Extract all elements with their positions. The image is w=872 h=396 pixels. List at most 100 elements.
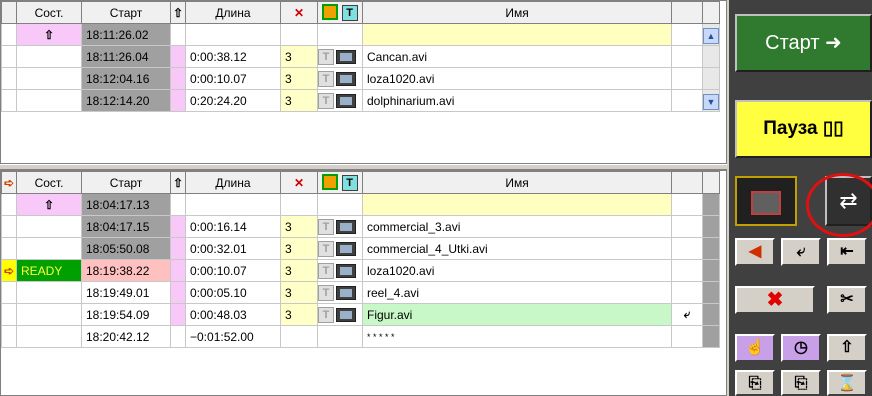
scroll-up-icon[interactable]: ▲ (703, 27, 719, 44)
start-cell: 18:19:49.01 (81, 281, 171, 304)
table-row[interactable]: 18:05:50.08 0:00:32.01 3 T commercial_4_… (1, 237, 720, 260)
flags-cell: T (317, 45, 363, 68)
transition-cell: 3 (280, 45, 318, 68)
name-cell: Figur.avi (362, 303, 672, 326)
table-row[interactable]: ⇧ 18:04:17.13 (1, 193, 720, 216)
scrollbar-track[interactable] (702, 45, 720, 68)
header-start[interactable]: Старт (81, 171, 171, 194)
icon-cell (170, 45, 186, 68)
state-cell (16, 45, 82, 68)
hand-icon: ☝ (745, 339, 765, 356)
state-cell: ⇧ (16, 193, 82, 216)
return-button[interactable]: ⤶ (781, 238, 821, 266)
length-cell: 0:00:05.10 (185, 281, 281, 304)
header-name[interactable]: Имя (362, 1, 672, 24)
name-cell: commercial_4_Utki.avi (362, 237, 672, 260)
table-row[interactable]: ⇧ 18:11:26.02 ▲ (1, 23, 720, 46)
cut-button[interactable]: ✂ (827, 286, 867, 314)
name-cell: dolphinarium.avi (362, 89, 672, 112)
header-state[interactable]: Сост. (16, 1, 82, 24)
title-toggle-icon[interactable]: T (318, 70, 334, 87)
table-row[interactable]: ➪ READY 18:19:38.22 0:00:10.07 3 T loza1… (1, 259, 720, 282)
row-selector (1, 67, 17, 90)
hourglass-button[interactable]: ⌛ (827, 370, 867, 396)
arrow-left-icon: ◀ (748, 243, 762, 260)
scrollbar-track[interactable]: ▼ (702, 89, 720, 112)
table-row[interactable]: 18:04:17.15 0:00:16.14 3 T commercial_3.… (1, 215, 720, 238)
title-toggle-icon[interactable]: T (318, 284, 334, 301)
title-toggle-icon[interactable]: T (318, 240, 334, 257)
flags-cell: T (317, 89, 363, 112)
length-cell: 0:20:24.20 (185, 89, 281, 112)
scrollbar-track[interactable] (702, 193, 720, 216)
jump-start-button[interactable]: ⇤ (827, 238, 867, 266)
scrollbar-track[interactable] (702, 259, 720, 282)
manual-button[interactable]: ☝ (735, 334, 775, 362)
end-cell (671, 193, 703, 216)
icon-cell (170, 325, 186, 348)
transition-cell (280, 325, 318, 348)
name-cell: * * * * * (362, 325, 672, 348)
row-selector (1, 45, 17, 68)
scrollbar-track[interactable]: ▲ (702, 23, 720, 46)
header-transition-icon: ✕ (280, 171, 318, 194)
table-row[interactable]: 18:19:54.09 0:00:48.03 3 T Figur.avi ⤶ (1, 303, 720, 326)
icon-cell (170, 259, 186, 282)
start-cell: 18:20:42.12 (81, 325, 171, 348)
flags-cell (317, 23, 363, 46)
name-cell: loza1020.avi (362, 67, 672, 90)
header-length[interactable]: Длина (185, 1, 281, 24)
preset-two-button[interactable]: ⎘ (781, 370, 821, 396)
header-state[interactable]: Сост. (16, 171, 82, 194)
scrollbar-track[interactable] (702, 237, 720, 260)
table-row[interactable]: 18:11:26.04 0:00:38.12 3 T Cancan.avi (1, 45, 720, 68)
table-row[interactable]: 18:12:04.16 0:00:10.07 3 T loza1020.avi (1, 67, 720, 90)
start-button[interactable]: Старт ➜ (735, 14, 872, 72)
title-toggle-icon[interactable]: T (318, 48, 334, 65)
header-length[interactable]: Длина (185, 171, 281, 194)
end-cell (671, 215, 703, 238)
bar-left-arrow-icon: ⇤ (840, 243, 854, 260)
table-row[interactable]: 18:20:42.12 −0:01:52.00 * * * * * (1, 325, 720, 348)
header-name[interactable]: Имя (362, 171, 672, 194)
scrollbar-track[interactable] (702, 215, 720, 238)
scroll-down-icon[interactable]: ▼ (703, 93, 719, 110)
title-flag-icon: T (341, 4, 358, 21)
icon-cell (170, 67, 186, 90)
header-flags: T (317, 171, 363, 194)
scrollbar-track[interactable] (702, 67, 720, 90)
transition-cell: 3 (280, 259, 318, 282)
title-toggle-icon[interactable]: T (318, 218, 334, 235)
pause-button[interactable]: Пауза ▯▯ (735, 100, 872, 158)
scrollbar-track[interactable] (702, 325, 720, 348)
name-cell (362, 193, 672, 216)
title-flag-icon: T (341, 174, 358, 191)
bottom-header-row: ➪ Сост. Старт ⇧ Длина ✕ T Имя (1, 171, 720, 194)
film-mode-button[interactable] (735, 176, 797, 226)
title-toggle-icon[interactable]: T (318, 306, 334, 323)
jump-back-button[interactable]: ◀ (735, 238, 775, 266)
scrollbar-track[interactable] (702, 303, 720, 326)
title-toggle-icon[interactable]: T (318, 262, 334, 279)
video-clip-icon (336, 285, 356, 300)
icon-cell (170, 89, 186, 112)
up-button[interactable]: ⇧ (827, 334, 867, 362)
preset-one-button[interactable]: ⎘ (735, 370, 775, 396)
transition-cell: 3 (280, 303, 318, 326)
delete-button[interactable]: ✖ (735, 286, 815, 314)
scrollbar-bottom-header (702, 171, 720, 194)
start-cell: 18:12:14.20 (81, 89, 171, 112)
transition-cell (280, 23, 318, 46)
length-cell: 0:00:10.07 (185, 67, 281, 90)
up-arrow-icon: ⇧ (43, 27, 55, 42)
scrollbar-track[interactable] (702, 281, 720, 304)
table-row[interactable]: 18:12:14.20 0:20:24.20 3 T dolphinarium.… (1, 89, 720, 112)
timer-button[interactable]: ◷ (781, 334, 821, 362)
flags-cell: T (317, 259, 363, 282)
video-clip-icon (336, 71, 356, 86)
table-row[interactable]: 18:19:49.01 0:00:05.10 3 T reel_4.avi (1, 281, 720, 304)
video-clip-icon (336, 219, 356, 234)
title-toggle-icon[interactable]: T (318, 92, 334, 109)
header-start[interactable]: Старт (81, 1, 171, 24)
name-cell: Cancan.avi (362, 45, 672, 68)
